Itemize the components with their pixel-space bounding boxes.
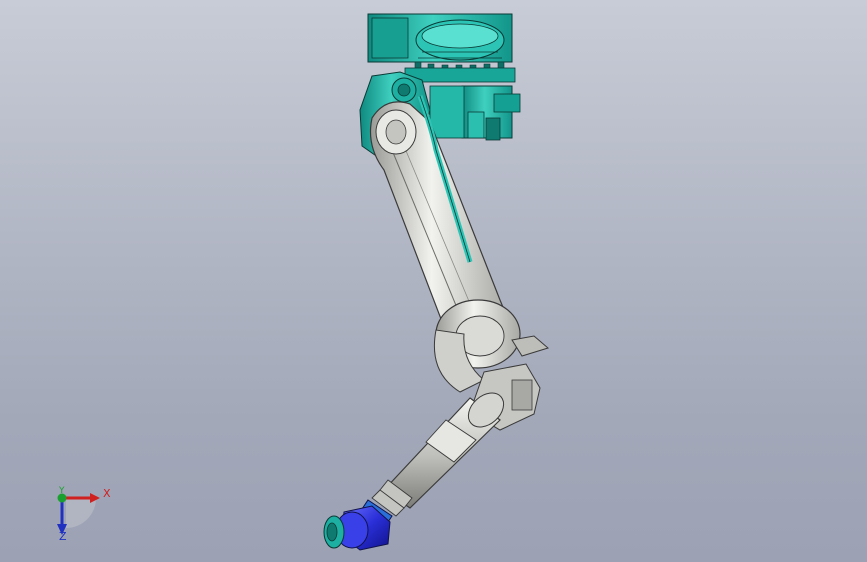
axis-triad: X Y Z: [40, 478, 120, 548]
axis-z-label: Z: [59, 530, 67, 543]
axis-y-label: Y: [59, 486, 65, 496]
graphics-viewport[interactable]: X Y Z: [0, 0, 867, 562]
robot-forearm[interactable]: [371, 386, 510, 517]
robot-arm-model[interactable]: [0, 0, 867, 562]
robot-wrist[interactable]: [323, 499, 393, 551]
axis-x-label: X: [103, 487, 111, 500]
